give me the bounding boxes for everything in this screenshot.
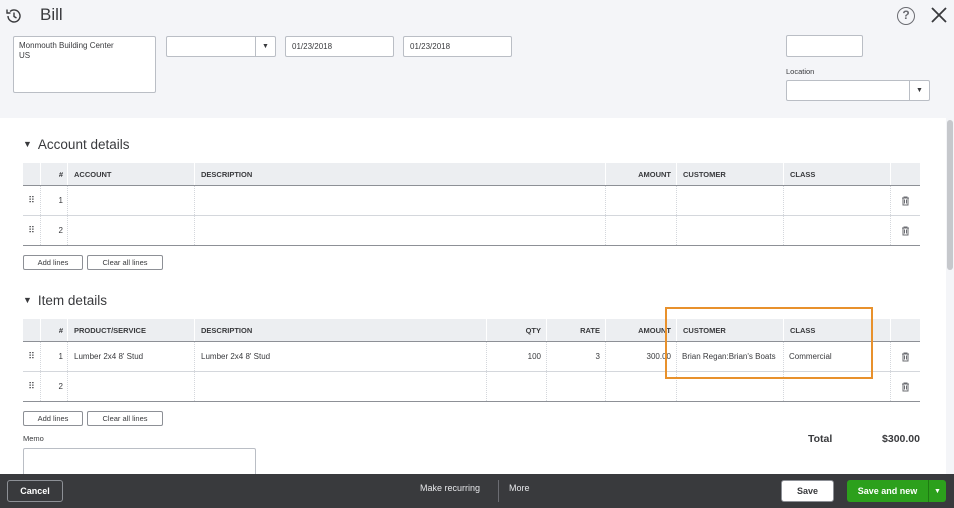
caret-down-icon: ▼ bbox=[23, 295, 32, 305]
description-cell[interactable] bbox=[195, 216, 606, 245]
clear-all-lines-button[interactable]: Clear all lines bbox=[87, 411, 163, 426]
table-row[interactable]: ⠿ 2 bbox=[23, 372, 920, 402]
terms-dropdown[interactable]: ▼ bbox=[166, 36, 276, 57]
col-amount: AMOUNT bbox=[606, 163, 677, 185]
row-number: 2 bbox=[41, 216, 68, 245]
bill-date-field[interactable]: 01/23/2018 bbox=[285, 36, 394, 57]
customer-cell[interactable] bbox=[677, 216, 784, 245]
col-customer: CUSTOMER bbox=[677, 163, 784, 185]
scrollbar-thumb[interactable] bbox=[947, 120, 953, 270]
col-number: # bbox=[41, 163, 68, 185]
divider bbox=[498, 480, 499, 502]
bill-no-field[interactable] bbox=[786, 35, 863, 57]
col-customer: CUSTOMER bbox=[677, 319, 784, 341]
row-number: 1 bbox=[41, 186, 68, 215]
trash-icon[interactable] bbox=[891, 372, 920, 401]
col-description: DESCRIPTION bbox=[195, 319, 487, 341]
location-dropdown[interactable]: ▼ bbox=[786, 80, 930, 101]
col-class: CLASS bbox=[784, 163, 891, 185]
more-link[interactable]: More bbox=[509, 483, 530, 493]
amount-cell[interactable] bbox=[606, 372, 677, 401]
item-details-title: Item details bbox=[37, 293, 107, 308]
col-rate: RATE bbox=[547, 319, 606, 341]
save-button[interactable]: Save bbox=[781, 480, 834, 502]
drag-handle-icon[interactable]: ⠿ bbox=[23, 186, 41, 215]
product-service-cell[interactable]: Lumber 2x4 8' Stud bbox=[68, 342, 195, 371]
row-number: 1 bbox=[41, 342, 68, 371]
item-details-table: # PRODUCT/SERVICE DESCRIPTION QTY RATE A… bbox=[23, 319, 920, 402]
table-header: # PRODUCT/SERVICE DESCRIPTION QTY RATE A… bbox=[23, 319, 920, 342]
chevron-down-icon[interactable]: ▼ bbox=[255, 37, 275, 56]
drag-handle-icon[interactable]: ⠿ bbox=[23, 372, 41, 401]
col-qty: QTY bbox=[487, 319, 547, 341]
trash-icon[interactable] bbox=[891, 216, 920, 245]
due-date-field[interactable]: 01/23/2018 bbox=[403, 36, 512, 57]
close-icon[interactable] bbox=[928, 4, 950, 26]
add-lines-button[interactable]: Add lines bbox=[23, 255, 83, 270]
scrollbar[interactable] bbox=[946, 118, 954, 474]
mailing-address-field[interactable]: Monmouth Building Center US bbox=[13, 36, 156, 93]
col-amount: AMOUNT bbox=[606, 319, 677, 341]
rate-cell[interactable]: 3 bbox=[547, 342, 606, 371]
trash-icon[interactable] bbox=[891, 186, 920, 215]
amount-cell[interactable] bbox=[606, 216, 677, 245]
chevron-down-icon[interactable]: ▼ bbox=[909, 81, 929, 100]
bill-header: Bill ? Monmouth Building Center US ▼ 01/… bbox=[0, 0, 954, 118]
recent-transactions-icon[interactable] bbox=[5, 7, 23, 25]
account-details-title: Account details bbox=[37, 137, 130, 152]
trash-icon[interactable] bbox=[891, 342, 920, 371]
customer-cell[interactable] bbox=[677, 372, 784, 401]
rate-cell[interactable] bbox=[547, 372, 606, 401]
account-cell[interactable] bbox=[68, 186, 195, 215]
col-product-service: PRODUCT/SERVICE bbox=[68, 319, 195, 341]
location-label: Location bbox=[786, 67, 815, 76]
class-cell[interactable] bbox=[784, 216, 891, 245]
account-cell[interactable] bbox=[68, 216, 195, 245]
class-cell[interactable] bbox=[784, 372, 891, 401]
drag-handle-icon[interactable]: ⠿ bbox=[23, 216, 41, 245]
caret-down-icon: ▼ bbox=[23, 139, 32, 149]
table-row[interactable]: ⠿ 1 Lumber 2x4 8' Stud Lumber 2x4 8' Stu… bbox=[23, 342, 920, 372]
footer-bar: Cancel Make recurring More Save Save and… bbox=[0, 474, 954, 508]
col-account: ACCOUNT bbox=[68, 163, 195, 185]
amount-cell[interactable]: 300.00 bbox=[606, 342, 677, 371]
total-value: $300.00 bbox=[882, 433, 920, 445]
col-number: # bbox=[41, 319, 68, 341]
account-details-table: # ACCOUNT DESCRIPTION AMOUNT CUSTOMER CL… bbox=[23, 163, 920, 246]
page-title: Bill bbox=[40, 5, 63, 24]
col-class: CLASS bbox=[784, 319, 891, 341]
table-row[interactable]: ⠿ 2 bbox=[23, 216, 920, 246]
drag-handle-icon[interactable]: ⠿ bbox=[23, 342, 41, 371]
add-lines-button[interactable]: Add lines bbox=[23, 411, 83, 426]
customer-cell[interactable]: Brian Regan:Brian's Boats bbox=[677, 342, 784, 371]
item-details-toggle[interactable]: ▼ Item details bbox=[23, 293, 107, 308]
description-cell[interactable] bbox=[195, 186, 606, 215]
qty-cell[interactable]: 100 bbox=[487, 342, 547, 371]
class-cell[interactable]: Commercial bbox=[784, 342, 891, 371]
row-number: 2 bbox=[41, 372, 68, 401]
description-cell[interactable]: Lumber 2x4 8' Stud bbox=[195, 342, 487, 371]
save-and-new-button[interactable]: Save and new bbox=[847, 480, 928, 502]
qty-cell[interactable] bbox=[487, 372, 547, 401]
product-service-cell[interactable] bbox=[68, 372, 195, 401]
memo-label: Memo bbox=[23, 434, 44, 443]
table-row[interactable]: ⠿ 1 bbox=[23, 186, 920, 216]
col-description: DESCRIPTION bbox=[195, 163, 606, 185]
cancel-button[interactable]: Cancel bbox=[7, 480, 63, 502]
total-label: Total bbox=[808, 433, 833, 445]
make-recurring-link[interactable]: Make recurring bbox=[420, 483, 480, 493]
class-cell[interactable] bbox=[784, 186, 891, 215]
account-details-toggle[interactable]: ▼ Account details bbox=[23, 137, 129, 152]
chevron-down-icon[interactable]: ▼ bbox=[928, 480, 946, 502]
table-header: # ACCOUNT DESCRIPTION AMOUNT CUSTOMER CL… bbox=[23, 163, 920, 186]
help-icon[interactable]: ? bbox=[897, 7, 915, 25]
clear-all-lines-button[interactable]: Clear all lines bbox=[87, 255, 163, 270]
amount-cell[interactable] bbox=[606, 186, 677, 215]
customer-cell[interactable] bbox=[677, 186, 784, 215]
description-cell[interactable] bbox=[195, 372, 487, 401]
